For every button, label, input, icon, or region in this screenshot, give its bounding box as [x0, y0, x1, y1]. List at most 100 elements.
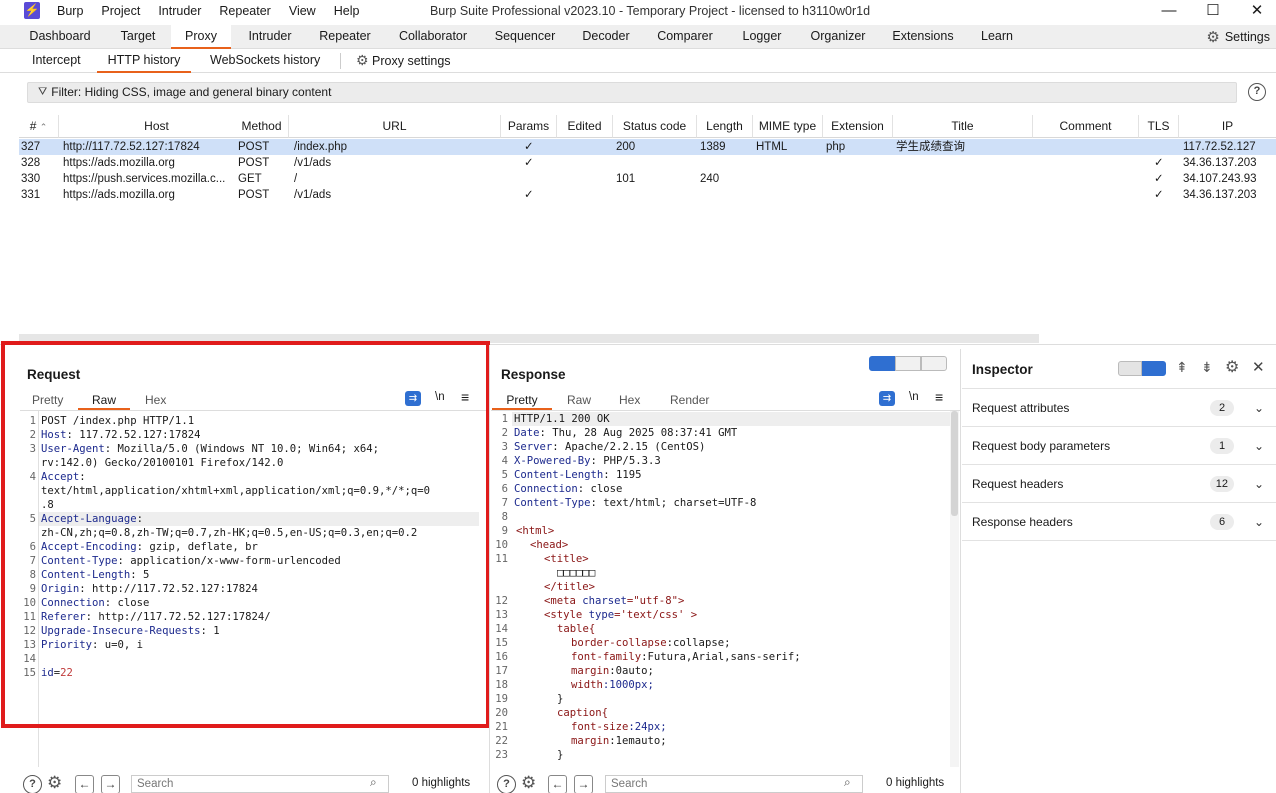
column-header-edited[interactable]: Edited: [557, 115, 613, 138]
newline-toggle-icon[interactable]: \n: [909, 391, 919, 403]
tab-intercept[interactable]: Intercept: [32, 49, 81, 73]
menu-view[interactable]: View: [280, 0, 325, 24]
scrollbar-thumb[interactable]: [951, 411, 958, 516]
response-tab-pretty[interactable]: Pretty: [492, 392, 552, 410]
tab-decoder[interactable]: Decoder: [576, 25, 636, 49]
response-scrollbar[interactable]: [950, 411, 959, 767]
line-number: 22: [495, 735, 508, 747]
code-line: margin:1emauto;: [571, 735, 667, 747]
code-line: caption{: [557, 707, 609, 719]
table-row[interactable]: 330 https://push.services.mozilla.c... G…: [19, 171, 1276, 187]
response-back-icon[interactable]: ←: [548, 775, 567, 793]
tab-intruder[interactable]: Intruder: [240, 25, 300, 49]
request-settings-icon[interactable]: ⚙: [47, 773, 62, 793]
response-editor[interactable]: 1 HTTP/1.1 200 OK 2 Date: Thu, 28 Aug 20…: [492, 412, 950, 764]
tab-http-history[interactable]: HTTP history: [97, 49, 191, 73]
inspector-section-request-attributes[interactable]: Request attributes 2 ⌄: [962, 389, 1276, 427]
cell-status: 101: [616, 173, 636, 185]
column-header-length[interactable]: Length: [697, 115, 753, 138]
split-horizontal-icon[interactable]: [895, 356, 921, 371]
close-window-icon[interactable]: ✕: [1234, 0, 1276, 22]
table-row[interactable]: 328 https://ads.mozilla.org POST /v1/ads…: [19, 155, 1276, 171]
response-tab-render[interactable]: Render: [670, 392, 709, 410]
menu-burp[interactable]: Burp: [48, 0, 92, 24]
tab-proxy[interactable]: Proxy: [171, 25, 231, 49]
cell-url: /v1/ads: [294, 157, 332, 169]
minimize-icon[interactable]: —: [1146, 0, 1192, 22]
settings-button[interactable]: ⚙ Settings: [1206, 28, 1270, 46]
table-row[interactable]: 331 https://ads.mozilla.org POST /v1/ads…: [19, 187, 1276, 203]
proxy-settings-button[interactable]: ⚙ Proxy settings: [356, 49, 451, 73]
tab-target[interactable]: Target: [110, 25, 166, 49]
response-tab-hex[interactable]: Hex: [619, 392, 640, 410]
request-help-icon[interactable]: ?: [23, 775, 42, 793]
tab-dashboard[interactable]: Dashboard: [20, 25, 100, 49]
inspector-settings-icon[interactable]: ⚙: [1225, 357, 1239, 377]
response-help-icon[interactable]: ?: [497, 775, 516, 793]
table-row[interactable]: 327 http://117.72.52.127:17824 POST /ind…: [19, 139, 1276, 155]
close-icon[interactable]: ✕: [1252, 358, 1265, 376]
filter-bar[interactable]: ⛛ Filter: Hiding CSS, image and general …: [27, 82, 1237, 103]
inspector-title: Inspector: [972, 362, 1033, 377]
layout-toggle[interactable]: [869, 356, 947, 371]
tab-sequencer[interactable]: Sequencer: [490, 25, 560, 49]
help-icon[interactable]: ?: [1248, 83, 1266, 101]
response-highlights-count: 0 highlights: [886, 777, 945, 789]
tab-websockets-history[interactable]: WebSockets history: [210, 49, 320, 73]
menu-project[interactable]: Project: [92, 0, 149, 24]
tabbed-view-icon[interactable]: [921, 356, 947, 371]
column-header-title[interactable]: Title: [893, 115, 1033, 138]
tab-comparer[interactable]: Comparer: [652, 25, 718, 49]
menu-help[interactable]: Help: [325, 0, 369, 24]
tab-learn[interactable]: Learn: [974, 25, 1020, 49]
settings-label: Settings: [1224, 30, 1270, 44]
request-search-input[interactable]: Search: [131, 775, 389, 793]
column-header-mime-type[interactable]: MIME type: [753, 115, 823, 138]
inspector-section-request-headers[interactable]: Request headers 12 ⌄: [962, 465, 1276, 503]
collapse-all-icon[interactable]: ⇟: [1201, 359, 1213, 376]
line-number: 4: [501, 455, 508, 467]
column-header-extension[interactable]: Extension: [823, 115, 893, 138]
menu-repeater[interactable]: Repeater: [210, 0, 279, 24]
tab-collaborator[interactable]: Collaborator: [392, 25, 474, 49]
tab-extensions[interactable]: Extensions: [886, 25, 960, 49]
menu-intruder[interactable]: Intruder: [149, 0, 210, 24]
tab-logger[interactable]: Logger: [734, 25, 790, 49]
code-line: <head>: [530, 539, 569, 551]
inspector-section-response-headers[interactable]: Response headers 6 ⌄: [962, 503, 1276, 541]
column-header-params[interactable]: Params: [501, 115, 557, 138]
tab-organizer[interactable]: Organizer: [804, 25, 872, 49]
response-forward-icon[interactable]: →: [574, 775, 593, 793]
split-vertical-icon[interactable]: [869, 356, 895, 371]
expand-all-icon[interactable]: ⇞: [1176, 359, 1188, 376]
cell-length: 1389: [700, 141, 726, 153]
column-header-number[interactable]: # ⌃: [19, 115, 59, 138]
column-header-comment[interactable]: Comment: [1033, 115, 1139, 138]
line-number: 5: [501, 469, 508, 481]
cell-status: 200: [616, 141, 636, 153]
word-wrap-icon[interactable]: ⇉: [879, 391, 895, 406]
inspector-layout-list-icon[interactable]: [1118, 361, 1142, 376]
column-header-host[interactable]: Host: [59, 115, 255, 138]
column-header-tls[interactable]: TLS: [1139, 115, 1179, 138]
column-header-method[interactable]: Method: [235, 115, 289, 138]
gear-icon: ⚙: [1206, 29, 1220, 46]
response-settings-icon[interactable]: ⚙: [521, 773, 536, 793]
column-header-ip[interactable]: IP: [1179, 115, 1276, 138]
column-header-url[interactable]: URL: [289, 115, 501, 138]
inspector-layout-side-icon[interactable]: [1142, 361, 1166, 376]
inspector-section-request-body-parameters[interactable]: Request body parameters 1 ⌄: [962, 427, 1276, 465]
request-forward-icon[interactable]: →: [101, 775, 120, 793]
request-back-icon[interactable]: ←: [75, 775, 94, 793]
column-header-status-code[interactable]: Status code: [613, 115, 697, 138]
inspector-layout-toggle[interactable]: [1118, 361, 1166, 376]
response-tab-raw[interactable]: Raw: [567, 392, 591, 410]
code-line: Date: Thu, 28 Aug 2025 08:37:41 GMT: [514, 427, 738, 439]
tab-repeater[interactable]: Repeater: [312, 25, 378, 49]
code-line: font-family:Futura,Arial,sans-serif;: [571, 651, 801, 663]
request-highlights-count: 0 highlights: [412, 777, 471, 789]
response-search-input[interactable]: Search: [605, 775, 863, 793]
maximize-icon[interactable]: ☐: [1190, 0, 1236, 22]
line-number: 2: [501, 427, 508, 439]
response-menu-icon[interactable]: ≡: [935, 389, 943, 405]
